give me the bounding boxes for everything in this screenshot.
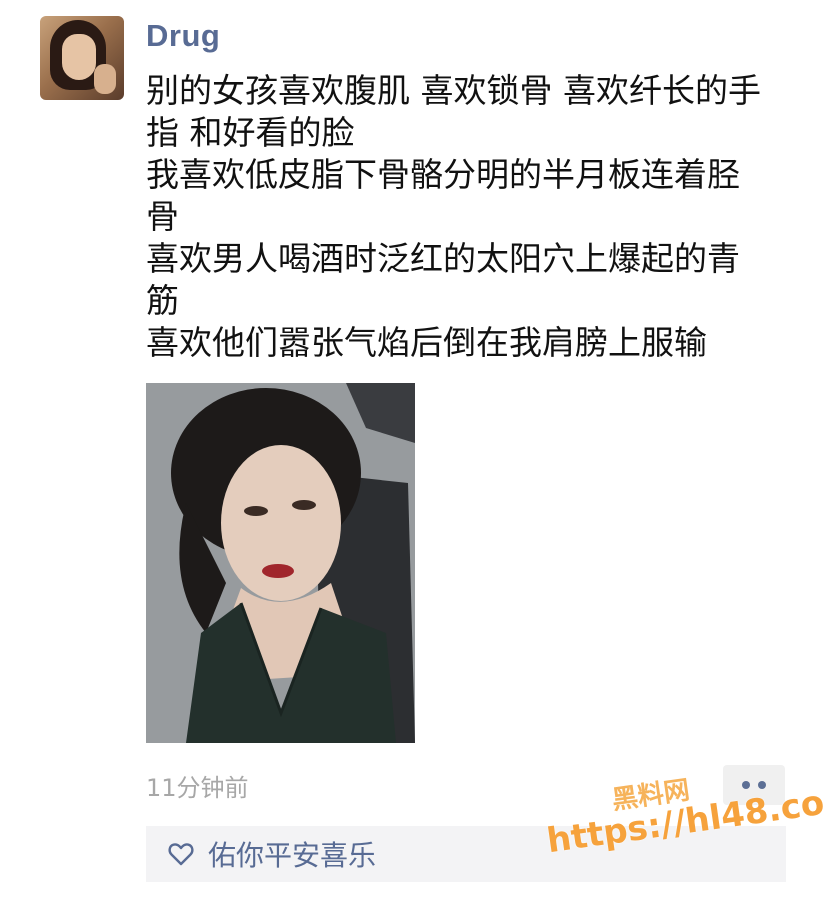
post-text: 别的女孩喜欢腹肌 喜欢锁骨 喜欢纤长的手 指 和好看的脸 我喜欢低皮脂下骨骼分明… [146, 70, 806, 364]
more-dot-icon [742, 781, 750, 789]
post-photo-illustration [146, 383, 415, 743]
like-user-name[interactable]: 佑你平安喜乐 [208, 834, 376, 874]
post-text-line: 喜欢他们嚣张气焰后倒在我肩膀上服输 [146, 323, 707, 362]
post-text-line: 指 和好看的脸 [146, 113, 355, 152]
post-text-line: 筋 [146, 281, 179, 320]
post-text-line: 别的女孩喜欢腹肌 喜欢锁骨 喜欢纤长的手 [146, 71, 761, 110]
post-text-line: 我喜欢低皮脂下骨骼分明的半月板连着胫 [146, 155, 740, 194]
post-photo[interactable] [146, 383, 415, 743]
avatar-face [62, 34, 96, 80]
username[interactable]: Drug [146, 18, 220, 54]
comment-more-button[interactable] [723, 765, 785, 805]
avatar[interactable] [40, 16, 124, 100]
more-dot-icon [758, 781, 766, 789]
post-text-line: 骨 [146, 197, 179, 236]
avatar-hand [94, 64, 116, 94]
heart-outline-icon [168, 842, 194, 866]
likes-bar: 佑你平安喜乐 [146, 826, 786, 882]
post-text-line: 喜欢男人喝酒时泛红的太阳穴上爆起的青 [146, 239, 740, 278]
post-timestamp: 11分钟前 [146, 774, 249, 802]
watermark-title: 黑料网 [610, 775, 692, 816]
